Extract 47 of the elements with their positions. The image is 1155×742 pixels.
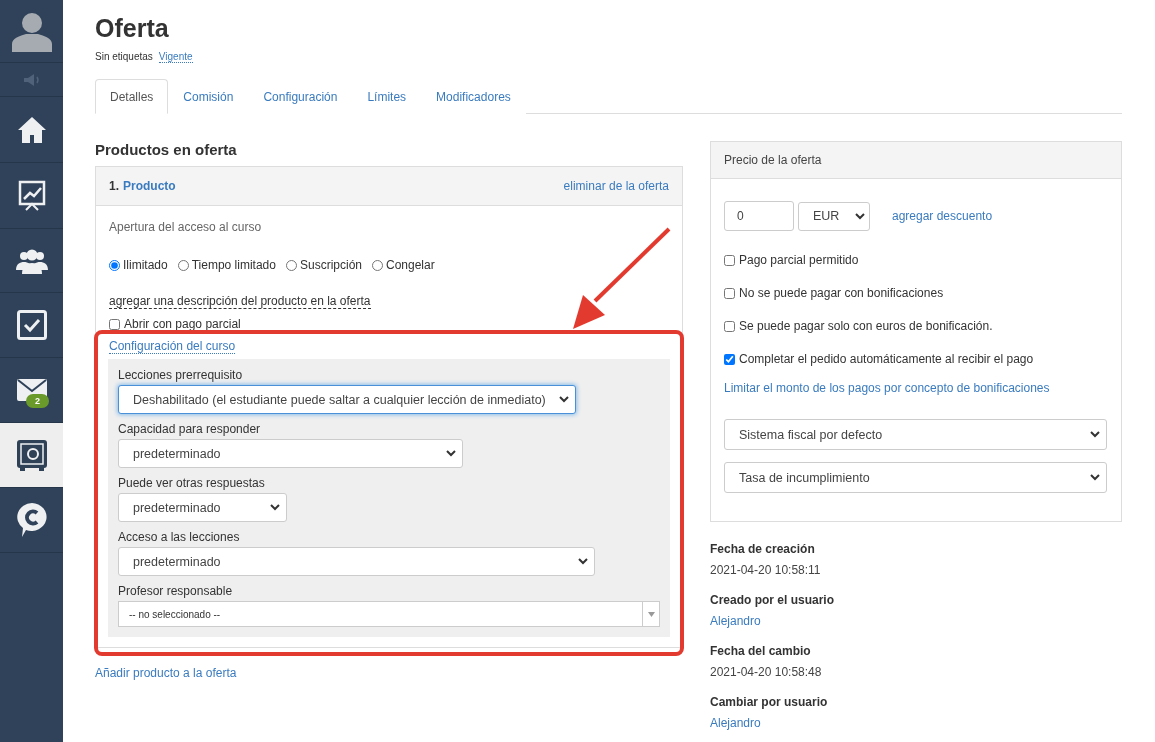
select-field[interactable]: predeterminado xyxy=(118,439,463,468)
radio-option[interactable]: Congelar xyxy=(372,258,435,272)
field-label: Lecciones prerrequisito xyxy=(118,368,244,382)
radio-option[interactable]: Ilimitado xyxy=(109,258,168,272)
select-field[interactable]: -- no seleccionado -- xyxy=(118,601,660,627)
count-badge: 2 xyxy=(26,394,49,408)
access-label: Apertura del acceso al curso xyxy=(109,220,263,234)
product-number: 1. xyxy=(109,179,119,193)
product-link[interactable]: Producto xyxy=(123,179,176,193)
add-product-link[interactable]: Añadir producto a la oferta xyxy=(95,666,237,680)
field-label: Acceso a las lecciones xyxy=(118,530,241,544)
select-field[interactable]: predeterminado xyxy=(118,547,595,576)
tab[interactable]: Detalles xyxy=(95,79,169,114)
select-field[interactable]: predeterminado xyxy=(118,493,287,522)
meta-value: 2021-04-20 10:58:48 xyxy=(710,665,823,679)
checkbox-option[interactable]: Completar el pedido automáticamente al recibir el pago xyxy=(724,352,1108,366)
checkbox-option[interactable]: Abrir con pago parcial xyxy=(109,317,669,331)
tags-label: Sin etiquetas xyxy=(95,51,153,63)
price-heading: Precio de la oferta xyxy=(724,153,822,167)
select-field[interactable]: Sistema fiscal por defecto xyxy=(724,419,1107,450)
user-link[interactable]: Alejandro xyxy=(710,614,1122,628)
status-link[interactable]: Vigente xyxy=(158,51,193,63)
checkbox-option[interactable]: Pago parcial permitido xyxy=(724,253,1108,267)
meta-label: Fecha de creación xyxy=(710,542,816,556)
remove-link[interactable]: eliminar de la oferta xyxy=(563,179,669,193)
section-heading: Productos en oferta xyxy=(95,141,238,158)
meta-label: Fecha del cambio xyxy=(710,644,812,658)
discount-link[interactable]: agregar descuento xyxy=(892,209,993,223)
field-label: Capacidad para responder xyxy=(118,422,262,436)
description-link[interactable]: agregar una descripción del producto en la oferta xyxy=(109,294,371,309)
page-title: Oferta xyxy=(95,14,170,43)
checkbox-option[interactable]: Se puede pagar solo con euros de bonificación. xyxy=(724,319,1108,333)
field-label: Profesor responsable xyxy=(118,584,234,598)
select-field[interactable]: Deshabilitado (el estudiante puede saltar a cualquier lección de inmediato) xyxy=(118,385,576,414)
radio-option[interactable]: Suscripción xyxy=(285,258,362,272)
currency-select[interactable]: EUR xyxy=(798,201,870,231)
limit-link[interactable]: Limitar el monto de los pagos por concepto de bonificaciones xyxy=(724,381,1108,395)
field-label: Puede ver otras respuestas xyxy=(118,476,266,490)
select-field[interactable]: Tasa de incumplimiento xyxy=(724,462,1107,493)
meta-label: Creado por el usuario xyxy=(710,593,836,607)
checkbox-option[interactable]: No se puede pagar con bonificaciones xyxy=(724,286,1108,300)
user-link[interactable]: Alejandro xyxy=(710,716,1122,730)
radio-option[interactable]: Tiempo limitado xyxy=(177,258,276,272)
course-settings-link[interactable]: Configuración del curso xyxy=(109,339,236,354)
meta-label: Cambiar por usuario xyxy=(710,695,829,709)
amount-field[interactable]: 0 xyxy=(724,201,794,231)
meta-value: 2021-04-20 10:58:11 xyxy=(710,563,822,577)
